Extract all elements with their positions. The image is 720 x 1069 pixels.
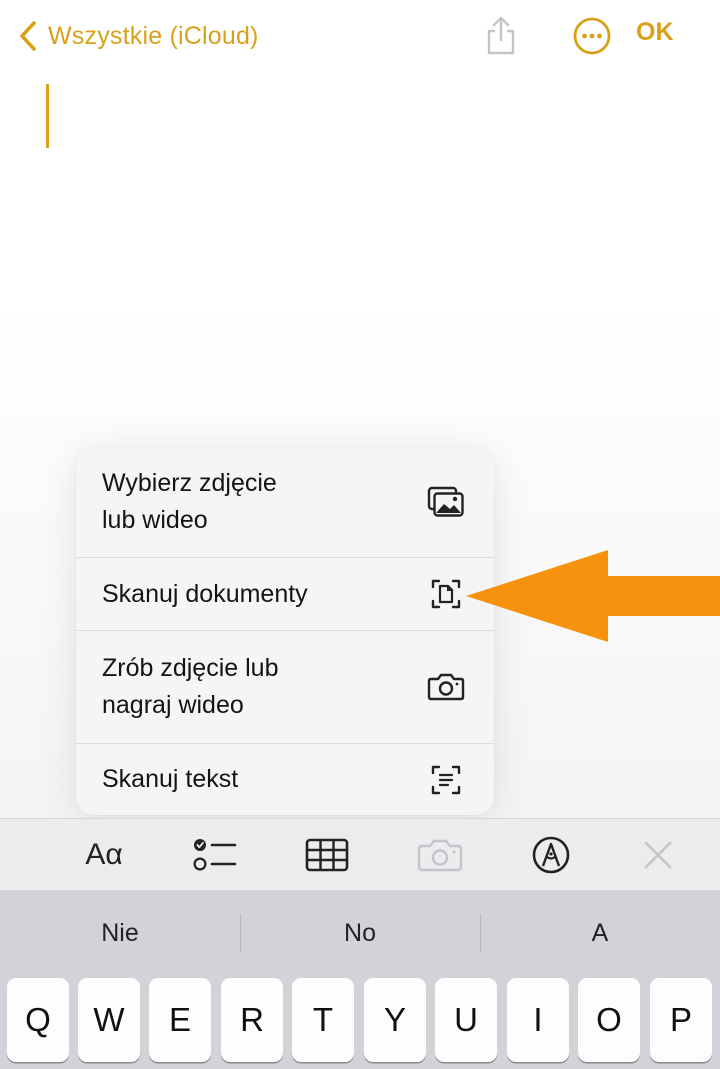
table-icon (305, 838, 349, 872)
key-r[interactable]: R (221, 978, 283, 1062)
close-icon (644, 841, 672, 869)
checklist-icon (193, 839, 237, 871)
menu-item-scan-documents[interactable]: Skanuj dokumenty (76, 558, 494, 631)
attachment-menu: Wybierz zdjęcie lub wideo Skanuj dokumen… (76, 447, 494, 815)
chevron-left-icon (20, 21, 36, 51)
more-button[interactable] (570, 14, 614, 58)
key-i[interactable]: I (507, 978, 569, 1062)
markup-pen-icon (532, 836, 570, 874)
menu-item-label: Wybierz zdjęcie lub wideo (102, 469, 277, 534)
key-q[interactable]: Q (7, 978, 69, 1062)
camera-icon (417, 839, 463, 872)
suggestion-2[interactable]: No (240, 890, 480, 976)
suggestion-3[interactable]: A (480, 890, 720, 976)
done-button[interactable]: OK (636, 18, 674, 54)
key-o[interactable]: O (578, 978, 640, 1062)
keyboard-row-1: Q W E R T Y U I O P (7, 978, 719, 1068)
annotation-arrow (466, 550, 720, 642)
suggestion-1[interactable]: Nie (0, 890, 240, 976)
navigation-bar: Wszystkie (iCloud) OK (0, 0, 720, 72)
key-t[interactable]: T (292, 978, 354, 1062)
text-scan-icon (426, 760, 466, 800)
menu-item-take-photo-or-video[interactable]: Zrób zdjęcie lub nagraj wideo (76, 631, 494, 744)
share-icon (487, 16, 515, 55)
checklist-button[interactable] (190, 831, 240, 879)
document-scan-icon (426, 574, 466, 614)
keyboard: Nie No A Q W E R T Y U I O P (0, 890, 720, 1069)
key-y[interactable]: Y (364, 978, 426, 1062)
menu-item-label: Skanuj tekst (102, 765, 239, 793)
key-p[interactable]: P (650, 978, 712, 1062)
format-icon: Aα (85, 838, 123, 871)
back-button[interactable]: Wszystkie (iCloud) (18, 14, 259, 58)
menu-item-choose-photo-or-video[interactable]: Wybierz zdjęcie lub wideo (76, 447, 494, 558)
format-button[interactable]: Aα (74, 831, 134, 879)
back-button-label: Wszystkie (iCloud) (48, 21, 259, 50)
key-w[interactable]: W (78, 978, 140, 1062)
markup-button[interactable] (527, 831, 575, 879)
note-editor[interactable] (0, 72, 720, 452)
menu-item-label: Zrób zdjęcie lub nagraj wideo (102, 654, 279, 719)
menu-item-label: Skanuj dokumenty (102, 579, 308, 608)
text-cursor (46, 84, 49, 148)
ellipsis-circle-icon (573, 17, 611, 55)
formatting-toolbar: Aα (0, 818, 720, 890)
close-toolbar-button[interactable] (636, 831, 680, 879)
menu-item-scan-text[interactable]: Skanuj tekst (76, 744, 494, 815)
key-e[interactable]: E (149, 978, 211, 1062)
table-button[interactable] (302, 831, 352, 879)
camera-icon (426, 667, 466, 707)
key-u[interactable]: U (435, 978, 497, 1062)
photo-library-icon (426, 482, 466, 522)
share-button[interactable] (478, 12, 524, 58)
predictive-text-bar: Nie No A (0, 890, 720, 976)
camera-button[interactable] (414, 831, 466, 879)
